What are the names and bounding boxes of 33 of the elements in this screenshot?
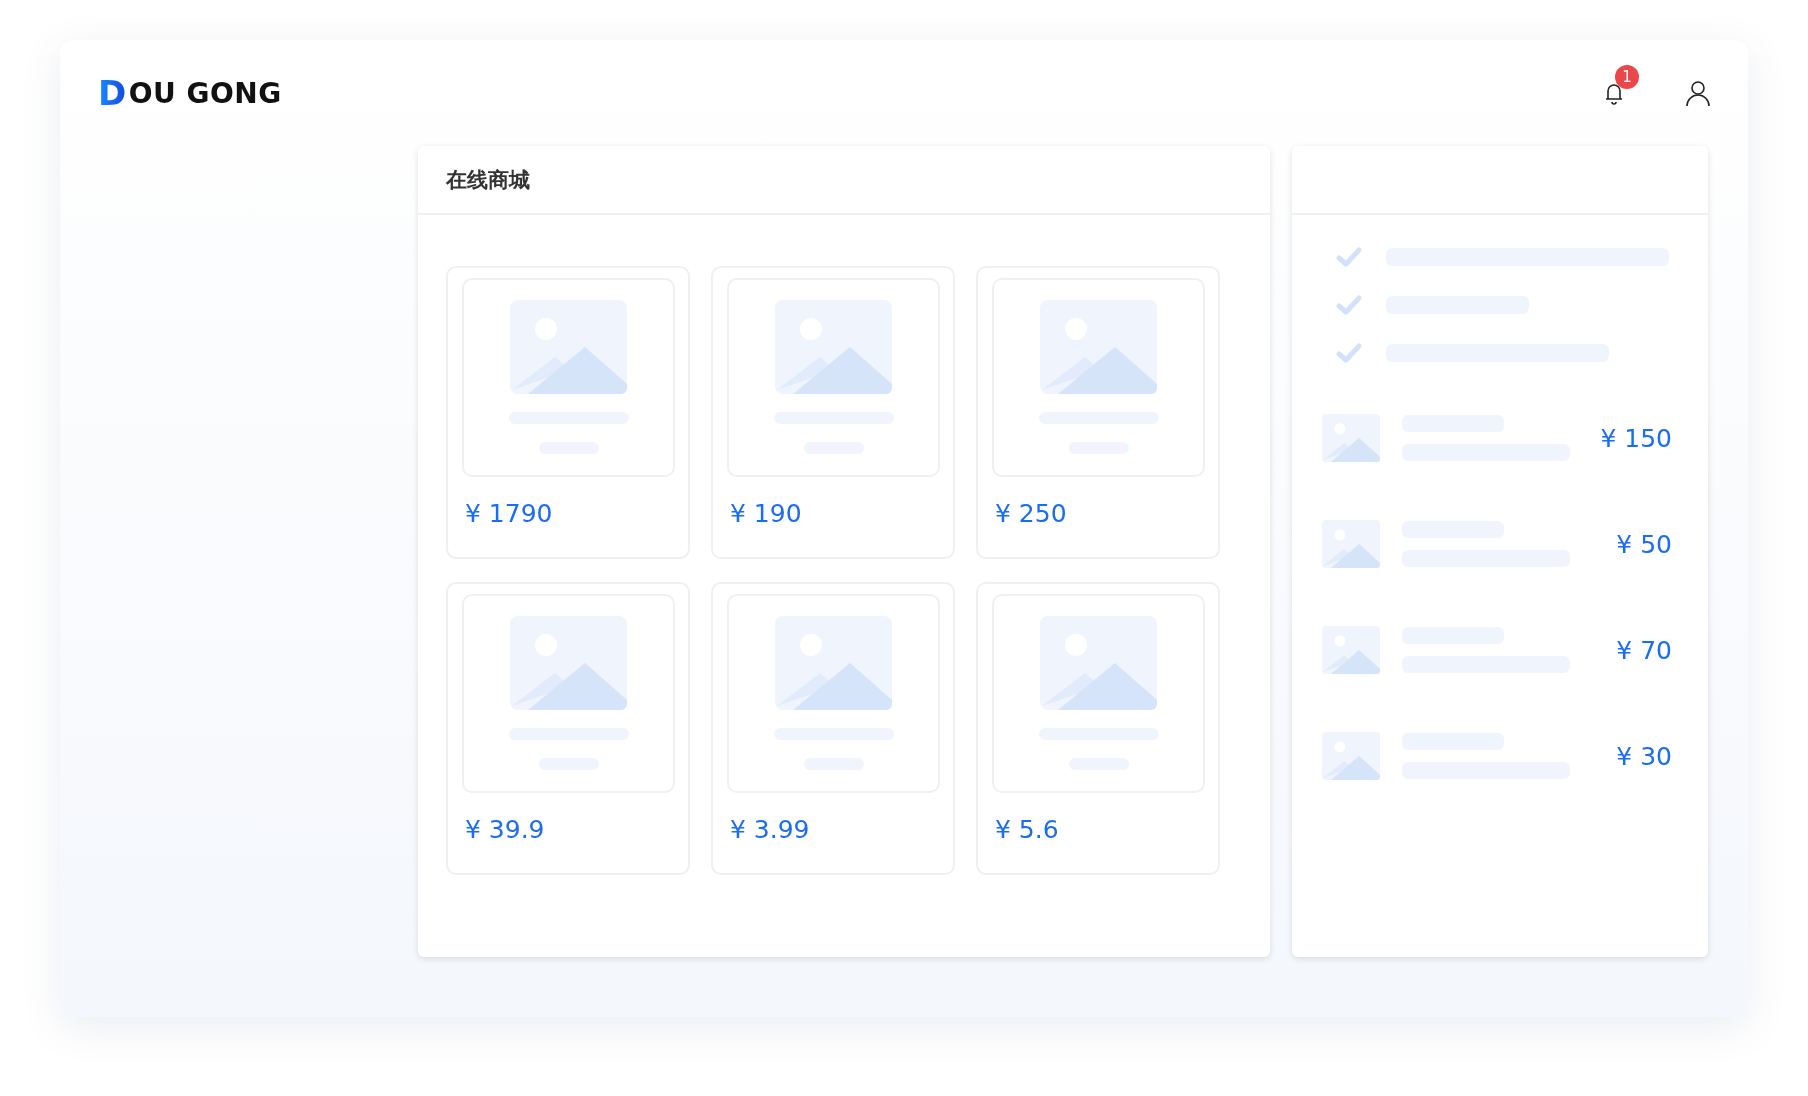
- product-card[interactable]: ¥ 3.99: [711, 582, 955, 875]
- image-placeholder-icon: [1322, 520, 1380, 568]
- item-price: ¥ 150: [1600, 423, 1672, 453]
- product-card[interactable]: ¥ 39.9: [446, 582, 690, 875]
- image-placeholder-icon: [1322, 626, 1380, 674]
- product-price: ¥ 5.6: [994, 815, 1060, 844]
- product-price: ¥ 250: [994, 499, 1068, 528]
- product-price: ¥ 3.99: [729, 815, 811, 844]
- image-placeholder-icon: [510, 300, 627, 394]
- product-card[interactable]: ¥ 190: [711, 266, 955, 559]
- product-price: ¥ 1790: [464, 499, 554, 528]
- check-icon: [1336, 247, 1362, 267]
- check-icon: [1336, 295, 1362, 315]
- image-placeholder-icon: [1322, 732, 1380, 780]
- panel-title: 在线商城: [446, 166, 530, 194]
- image-placeholder-icon: [1040, 616, 1157, 710]
- item-price: ¥ 70: [1616, 635, 1672, 665]
- item-price: ¥ 30: [1616, 741, 1672, 771]
- notification-badge: 1: [1615, 65, 1639, 89]
- product-price: ¥ 39.9: [464, 815, 546, 844]
- user-icon[interactable]: [1684, 79, 1712, 107]
- check-icon: [1336, 343, 1362, 363]
- item-price: ¥ 50: [1616, 529, 1672, 559]
- image-placeholder-icon: [775, 616, 892, 710]
- image-placeholder-icon: [510, 616, 627, 710]
- image-placeholder-icon: [775, 300, 892, 394]
- image-placeholder-icon: [1040, 300, 1157, 394]
- logo[interactable]: DOU GONG: [98, 73, 282, 113]
- product-card[interactable]: ¥ 5.6: [976, 582, 1220, 875]
- product-price: ¥ 190: [729, 499, 803, 528]
- image-placeholder-icon: [1322, 414, 1380, 462]
- product-card[interactable]: ¥ 250: [976, 266, 1220, 559]
- product-card[interactable]: ¥ 1790: [446, 266, 690, 559]
